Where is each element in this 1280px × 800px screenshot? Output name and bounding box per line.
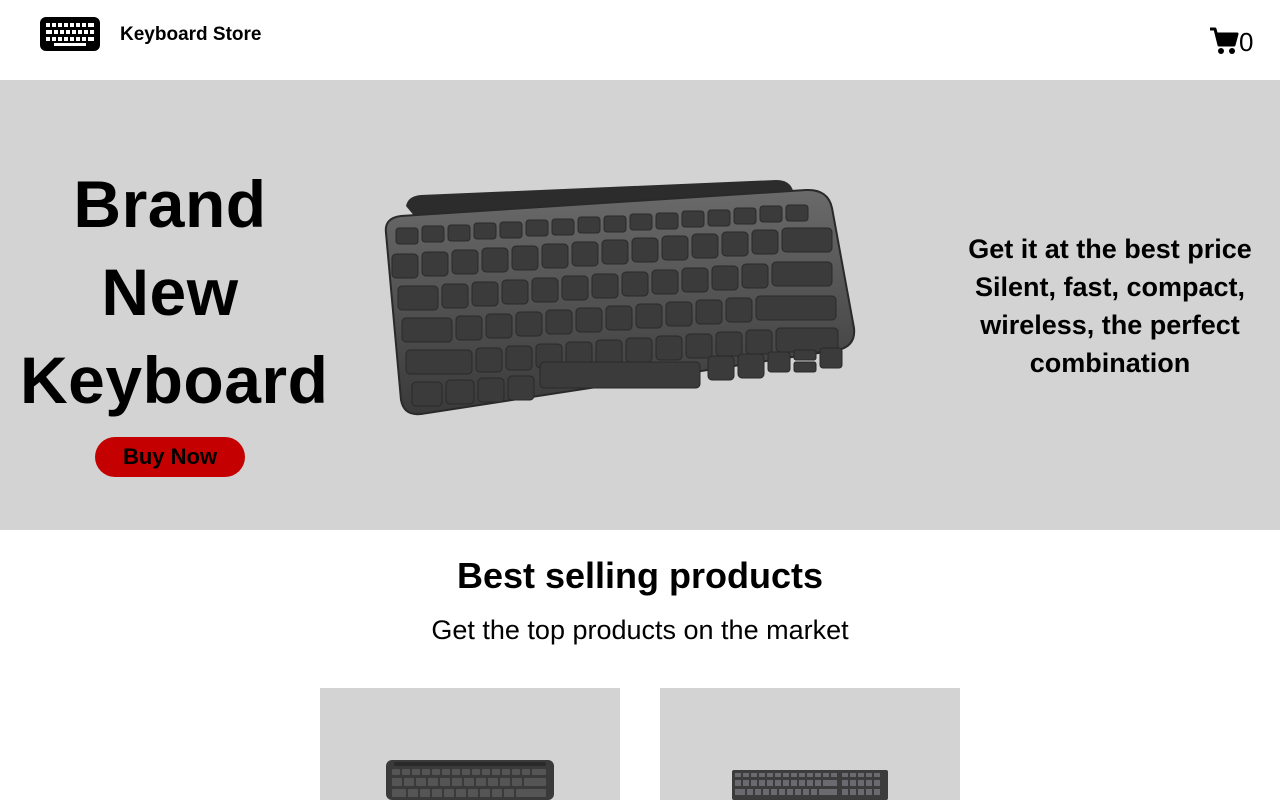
keyboard-icon[interactable] xyxy=(40,17,100,51)
hero-title-line: New xyxy=(101,255,239,329)
hero-left: Brand New Keyboard Buy Now xyxy=(20,160,329,477)
tagline-line: wireless, the perfect xyxy=(980,310,1240,340)
section-subtitle: Get the top products on the market xyxy=(431,615,849,645)
product-card[interactable] xyxy=(320,688,620,800)
hero-tagline: Get it at the best price Silent, fast, c… xyxy=(950,230,1270,382)
cart-icon[interactable] xyxy=(1209,26,1239,56)
tagline-line: Get it at the best price xyxy=(968,234,1252,264)
product-card[interactable] xyxy=(660,688,960,800)
tagline-line: Silent, fast, compact, xyxy=(974,272,1246,302)
hero-banner: Brand New Keyboard Buy Now Get it at the… xyxy=(0,80,1280,530)
section-title: Best selling products xyxy=(456,555,824,596)
cart-button[interactable]: 0 xyxy=(1209,20,1253,56)
tagline-line: combination xyxy=(1029,348,1191,378)
site-header: Keyboard Store 0 xyxy=(0,0,1280,80)
cart-count: 0 xyxy=(1239,27,1254,57)
keyboard-product-image xyxy=(384,180,856,416)
buy-now-button[interactable]: Buy Now xyxy=(95,437,245,477)
full-size-keyboard-image xyxy=(732,770,888,800)
compact-keyboard-image xyxy=(386,760,554,800)
hero-title-line: Brand xyxy=(73,167,267,241)
hero-title-line: Keyboard xyxy=(20,343,329,417)
brand-name[interactable]: Keyboard Store xyxy=(120,23,261,47)
